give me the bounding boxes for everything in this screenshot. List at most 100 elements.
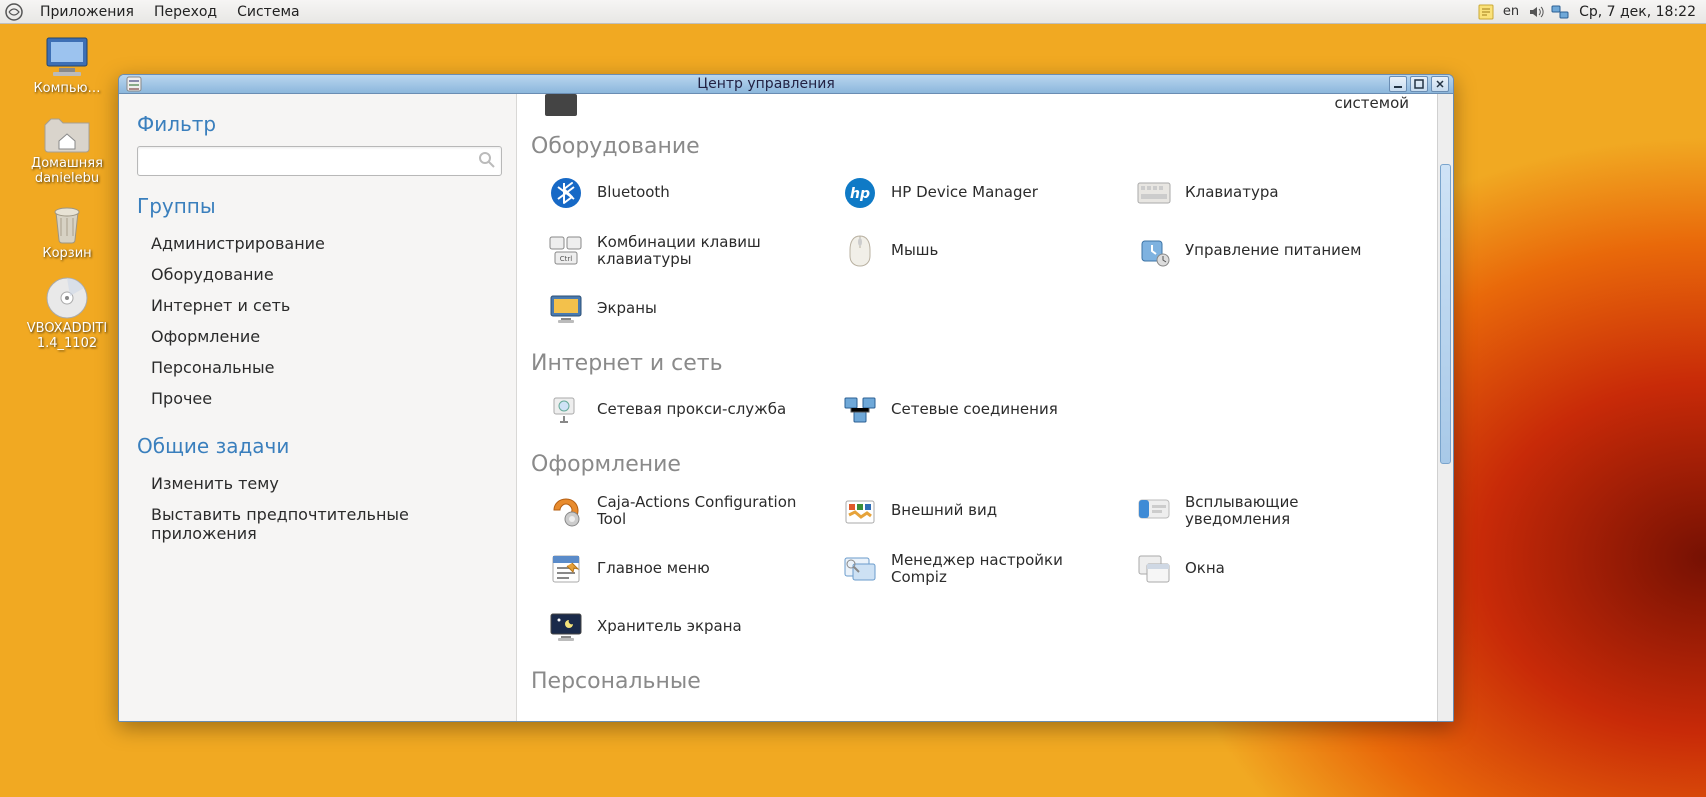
- menu-applications[interactable]: Приложения: [30, 2, 144, 22]
- distro-logo-icon[interactable]: [4, 2, 24, 22]
- item-bluetooth[interactable]: Bluetooth: [549, 173, 833, 213]
- caja-actions-icon: [549, 494, 583, 528]
- maximize-button[interactable]: [1410, 76, 1428, 92]
- item-popup-notifications[interactable]: Всплывающие уведомления: [1137, 491, 1421, 531]
- appearance-grid: Caja-Actions Configuration Tool Внешний …: [527, 487, 1427, 653]
- desktop-icons: Компью… Домашняя danielebu Корзин VBOXAD…: [12, 36, 122, 352]
- item-label: Клавиатура: [1185, 184, 1279, 201]
- item-windows[interactable]: Окна: [1137, 549, 1421, 589]
- item-label: HP Device Manager: [891, 184, 1038, 201]
- titlebar[interactable]: Центр управления: [119, 75, 1453, 94]
- screensaver-icon: [549, 610, 583, 644]
- svg-text:Ctrl: Ctrl: [560, 255, 573, 263]
- item-screensaver[interactable]: Хранитель экрана: [549, 607, 833, 647]
- item-label: Всплывающие уведомления: [1185, 494, 1395, 529]
- item-caja-actions[interactable]: Caja-Actions Configuration Tool: [549, 491, 833, 531]
- item-main-menu[interactable]: Главное меню: [549, 549, 833, 589]
- content-scrollbar[interactable]: [1437, 94, 1453, 722]
- window-buttons: [1389, 76, 1449, 92]
- network-icon[interactable]: [1551, 3, 1569, 21]
- home-folder-icon: [39, 111, 95, 155]
- section-title-appearance: Оформление: [527, 436, 1427, 487]
- hardware-grid: Bluetooth hp HP Device Manager Клавиатур…: [527, 169, 1427, 335]
- window-title: Центр управления: [143, 76, 1389, 92]
- item-power-management[interactable]: Управление питанием: [1137, 231, 1421, 271]
- sidebar-group-appearance[interactable]: Оформление: [137, 321, 502, 352]
- trash-icon: [39, 201, 95, 245]
- keyboard-layout-indicator[interactable]: en: [1501, 3, 1521, 21]
- sidebar-group-internet[interactable]: Интернет и сеть: [137, 290, 502, 321]
- sidebar-task-preferred-apps[interactable]: Выставить предпочтительные приложения: [137, 499, 502, 549]
- item-displays[interactable]: Экраны: [549, 289, 833, 329]
- item-label: Сетевая прокси-служба: [597, 401, 786, 418]
- partial-item-right[interactable]: системой: [1335, 94, 1409, 112]
- item-label: Комбинации клавиш клавиатуры: [597, 234, 807, 269]
- sidebar-tasks-heading: Общие задачи: [137, 434, 502, 458]
- item-network-connections[interactable]: Сетевые соединения: [843, 390, 1127, 430]
- item-label: Сетевые соединения: [891, 401, 1058, 418]
- item-label: Bluetooth: [597, 184, 670, 201]
- control-center-window: Центр управления Фильтр Группы Администр…: [118, 74, 1454, 722]
- appearance-icon: [843, 494, 877, 528]
- panel-tray: en Ср, 7 дек, 18:22: [1477, 3, 1706, 21]
- partial-item-left[interactable]: [545, 94, 805, 116]
- disc-icon: [39, 276, 95, 320]
- close-button[interactable]: [1431, 76, 1449, 92]
- content-wrap: системой Оборудование Bluetooth hp HP De…: [517, 94, 1453, 722]
- desktop-icon-disc[interactable]: VBOXADDITI 1.4_1102: [12, 276, 122, 352]
- sidebar-group-other[interactable]: Прочее: [137, 383, 502, 414]
- sidebar: Фильтр Группы Администрирование Оборудов…: [119, 94, 517, 722]
- bluetooth-icon: [549, 176, 583, 210]
- item-mouse[interactable]: Мышь: [843, 231, 1127, 271]
- main-menu-icon: [549, 552, 583, 586]
- volume-icon[interactable]: [1527, 3, 1545, 21]
- item-label: Управление питанием: [1185, 242, 1361, 259]
- sidebar-group-admin[interactable]: Администрирование: [137, 228, 502, 259]
- item-network-proxy[interactable]: Сетевая прокси-служба: [549, 390, 833, 430]
- item-compiz-settings[interactable]: Менеджер настройки Compiz: [843, 549, 1127, 589]
- mouse-icon: [843, 234, 877, 268]
- item-label: Caja-Actions Configuration Tool: [597, 494, 807, 529]
- search-icon: [478, 151, 496, 169]
- sidebar-group-hardware[interactable]: Оборудование: [137, 259, 502, 290]
- filter-search: [137, 146, 502, 176]
- keyboard-icon: [1137, 176, 1171, 210]
- content-pane: системой Оборудование Bluetooth hp HP De…: [517, 94, 1437, 722]
- desktop-icon-label: Домашняя danielebu: [31, 157, 103, 187]
- section-title-internet: Интернет и сеть: [527, 335, 1427, 386]
- partial-item-label: системой: [1335, 94, 1409, 112]
- desktop-icon-trash[interactable]: Корзин: [12, 201, 122, 262]
- sidebar-groups-list: Администрирование Оборудование Интернет …: [137, 228, 502, 414]
- notes-icon[interactable]: [1477, 3, 1495, 21]
- sidebar-task-change-theme[interactable]: Изменить тему: [137, 468, 502, 499]
- item-label: Мышь: [891, 242, 938, 259]
- keyboard-shortcuts-icon: Ctrl: [549, 234, 583, 268]
- panel-clock[interactable]: Ср, 7 дек, 18:22: [1575, 4, 1700, 20]
- filter-input[interactable]: [137, 146, 502, 176]
- item-label: Окна: [1185, 560, 1225, 577]
- sidebar-filter-heading: Фильтр: [137, 112, 502, 136]
- section-title-hardware: Оборудование: [527, 118, 1427, 169]
- desktop-icon-computer[interactable]: Компью…: [12, 36, 122, 97]
- minimize-button[interactable]: [1389, 76, 1407, 92]
- hp-icon: hp: [843, 176, 877, 210]
- sidebar-groups-heading: Группы: [137, 194, 502, 218]
- item-appearance[interactable]: Внешний вид: [843, 491, 1127, 531]
- item-keyboard[interactable]: Клавиатура: [1137, 173, 1421, 213]
- item-label: Хранитель экрана: [597, 618, 742, 635]
- desktop-icon-label: Компью…: [33, 82, 100, 97]
- item-label: Менеджер настройки Compiz: [891, 552, 1101, 587]
- menu-places[interactable]: Переход: [144, 2, 227, 22]
- item-label: Главное меню: [597, 560, 710, 577]
- network-connections-icon: [843, 393, 877, 427]
- item-hp-device-manager[interactable]: hp HP Device Manager: [843, 173, 1127, 213]
- sidebar-tasks-list: Изменить тему Выставить предпочтительные…: [137, 468, 502, 549]
- windows-icon: [1137, 552, 1171, 586]
- proxy-icon: [549, 393, 583, 427]
- scrollbar-thumb[interactable]: [1440, 164, 1451, 464]
- item-keyboard-shortcuts[interactable]: Ctrl Комбинации клавиш клавиатуры: [549, 231, 833, 271]
- top-panel: Приложения Переход Система en Ср, 7 дек,…: [0, 0, 1706, 24]
- menu-system[interactable]: Система: [227, 2, 309, 22]
- desktop-icon-home[interactable]: Домашняя danielebu: [12, 111, 122, 187]
- sidebar-group-personal[interactable]: Персональные: [137, 352, 502, 383]
